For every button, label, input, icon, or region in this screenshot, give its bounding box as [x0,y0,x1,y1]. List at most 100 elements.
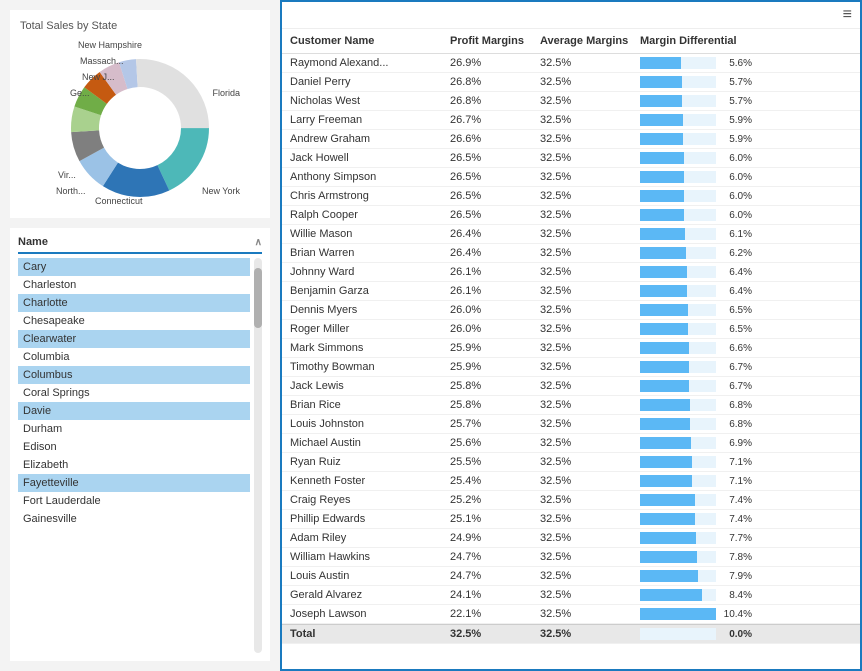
city-item[interactable]: Clearwater [18,330,250,348]
avg-margin: 32.5% [536,436,636,450]
city-item[interactable]: Coral Springs [18,384,250,402]
customer-name: William Hawkins [286,550,446,564]
profit-margin: 24.9% [446,531,536,545]
profit-margin: 24.1% [446,588,536,602]
bar-container [640,304,716,316]
bar-fill [640,57,681,69]
table-row: Roger Miller26.0%32.5%6.5% [282,320,860,339]
bar-fill [640,532,696,544]
city-item[interactable]: Davie [18,402,250,420]
customer-name: Chris Armstrong [286,189,446,203]
avg-margin: 32.5% [536,360,636,374]
city-item[interactable]: Durham [18,420,250,438]
city-item[interactable]: Chesapeake [18,312,250,330]
city-item[interactable]: Columbus [18,366,250,384]
profit-margin: 26.9% [446,56,536,70]
profit-margin: 22.1% [446,607,536,621]
sort-icon[interactable]: ∧ [255,237,262,248]
table-row: Louis Johnston25.7%32.5%6.8% [282,415,860,434]
column-header-0: Customer Name [286,35,446,47]
bar-fill [640,570,698,582]
customer-name: Anthony Simpson [286,170,446,184]
margin-differential: 5.6% [636,56,756,70]
customer-name: Brian Rice [286,398,446,412]
customer-name: Brian Warren [286,246,446,260]
column-header-1: Profit Margins [446,35,536,47]
bar-container [640,418,716,430]
customer-name: Kenneth Foster [286,474,446,488]
customer-name: Benjamin Garza [286,284,446,298]
bar-container [640,266,716,278]
profit-margin: 25.9% [446,341,536,355]
profit-margin: 25.7% [446,417,536,431]
table-row: Brian Warren26.4%32.5%6.2% [282,244,860,263]
margin-differential: 5.9% [636,132,756,146]
avg-margin: 32.5% [536,189,636,203]
donut-svg [40,38,240,208]
table-row: Brian Rice25.8%32.5%6.8% [282,396,860,415]
city-item[interactable]: Fort Lauderdale [18,492,250,510]
margin-differential: 6.0% [636,208,756,222]
customer-name: Raymond Alexand... [286,56,446,70]
avg-margin: 32.5% [536,284,636,298]
table-row: Jack Howell26.5%32.5%6.0% [282,149,860,168]
city-item[interactable]: Charlotte [18,294,250,312]
bar-container [640,95,716,107]
customer-name: Joseph Lawson [286,607,446,621]
profit-margin: 26.5% [446,189,536,203]
avg-margin: 32.5% [536,512,636,526]
city-item[interactable]: Edison [18,438,250,456]
scrollbar-thumb[interactable] [254,268,262,328]
label-new-j: New J... [82,72,115,82]
table-row: Daniel Perry26.8%32.5%5.7% [282,73,860,92]
profit-margin: 26.0% [446,322,536,336]
bar-container [640,361,716,373]
avg-margin: 32.5% [536,75,636,89]
table-row: Kenneth Foster25.4%32.5%7.1% [282,472,860,491]
city-item[interactable]: Charleston [18,276,250,294]
margin-differential: 5.7% [636,94,756,108]
city-item[interactable]: Elizabeth [18,456,250,474]
bar-container [640,285,716,297]
column-header-2: Average Margins [536,35,636,47]
avg-margin: 32.5% [536,341,636,355]
city-item[interactable]: Fayetteville [18,474,250,492]
profit-margin: 26.8% [446,75,536,89]
margin-differential: 7.7% [636,531,756,545]
diff-label: 5.9% [720,134,752,145]
customer-name: Larry Freeman [286,113,446,127]
table-row: Ryan Ruiz25.5%32.5%7.1% [282,453,860,472]
table-row: Phillip Edwards25.1%32.5%7.4% [282,510,860,529]
left-panel: Total Sales by State [0,0,280,671]
table-row: Joseph Lawson22.1%32.5%10.4% [282,605,860,624]
margin-differential: 6.9% [636,436,756,450]
label-ge: Ge... [70,88,90,98]
bar-fill [640,418,690,430]
table-row: Chris Armstrong26.5%32.5%6.0% [282,187,860,206]
margin-differential: 6.8% [636,417,756,431]
table-body: Raymond Alexand...26.9%32.5%5.6%Daniel P… [282,54,860,669]
hamburger-icon[interactable]: ≡ [843,6,852,24]
diff-label: 6.5% [720,324,752,335]
customer-name: Jack Lewis [286,379,446,393]
customer-name: Dennis Myers [286,303,446,317]
scrollbar-track[interactable] [254,258,262,653]
profit-margin: 24.7% [446,569,536,583]
city-item[interactable]: Cary [18,258,250,276]
margin-differential: 6.7% [636,360,756,374]
bar-container [640,190,716,202]
bar-fill [640,190,684,202]
city-item[interactable]: Columbia [18,348,250,366]
diff-label: 6.0% [720,153,752,164]
bar-container [640,228,716,240]
total-avg: 32.5% [536,627,636,641]
bar-container [640,133,716,145]
city-item[interactable]: Gainesville [18,510,250,528]
margin-differential: 8.4% [636,588,756,602]
donut-chart: New Hampshire Massach... New J... Ge... … [40,38,240,208]
table-row: Benjamin Garza26.1%32.5%6.4% [282,282,860,301]
margin-differential: 6.4% [636,265,756,279]
label-north: North... [56,186,86,196]
customer-name: Craig Reyes [286,493,446,507]
avg-margin: 32.5% [536,265,636,279]
